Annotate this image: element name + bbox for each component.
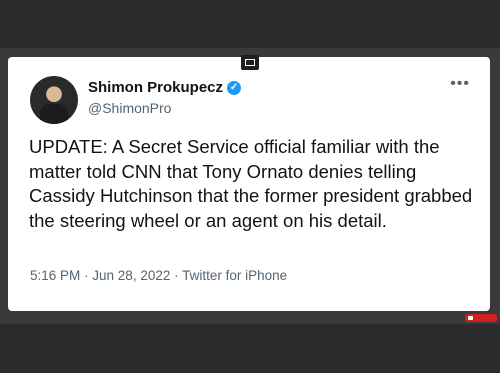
meta-separator: · [80, 268, 93, 283]
author-name[interactable]: Shimon Prokupecz [88, 79, 223, 96]
avatar-figure [40, 104, 68, 124]
tweet-time[interactable]: 5:16 PM [30, 268, 80, 283]
meta-separator: · [170, 268, 183, 283]
youtube-subscribe-icon[interactable] [465, 314, 497, 322]
tweet-meta: 5:16 PM · Jun 28, 2022 · Twitter for iPh… [30, 268, 287, 283]
author-handle[interactable]: @ShimonPro [88, 100, 171, 116]
verified-badge-icon: ✓ [227, 80, 242, 95]
tweet-date[interactable]: Jun 28, 2022 [92, 268, 170, 283]
author-row: Shimon Prokupecz ✓ [88, 79, 242, 96]
avatar[interactable] [30, 76, 78, 124]
tweet-card: Shimon Prokupecz ✓ @ShimonPro ••• UPDATE… [8, 57, 490, 311]
more-options-icon[interactable]: ••• [450, 75, 470, 93]
tweet-source[interactable]: Twitter for iPhone [182, 268, 287, 283]
media-window-icon[interactable] [241, 55, 259, 70]
tweet-text: UPDATE: A Secret Service official famili… [29, 136, 473, 231]
